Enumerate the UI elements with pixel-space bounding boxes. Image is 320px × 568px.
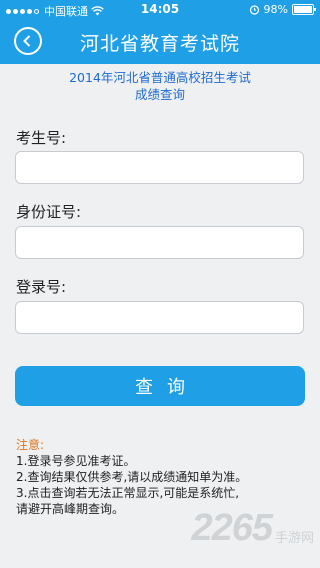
page-subtitle: 2014年河北省普通高校招生考试 成绩查询 — [0, 69, 320, 103]
header-title: 河北省教育考试院 — [79, 33, 240, 55]
query-button[interactable]: 查询 — [15, 366, 305, 406]
subtitle-line-2: 成绩查询 — [134, 87, 185, 102]
battery-icon — [292, 4, 316, 15]
note-line: 1.登录号参见准考证。 — [16, 454, 136, 468]
app-header: 河北省教育考试院 — [0, 20, 320, 64]
notes-section: 注意: 1.登录号参见准考证。 2.查询结果仅供参考,请以成绩通知单为准。 3.… — [16, 437, 247, 517]
login-number-label: 登录号: — [16, 278, 67, 296]
watermark-suffix: 手游网 — [274, 531, 314, 546]
exam-number-input[interactable] — [15, 151, 304, 184]
note-line: 2.查询结果仅供参考,请以成绩通知单为准。 — [16, 470, 248, 484]
status-bar: 中国联通 14:05 98% — [0, 0, 320, 20]
id-number-input[interactable] — [15, 226, 304, 259]
battery-percent: 98% — [263, 3, 288, 16]
exam-number-label: 考生号: — [16, 129, 67, 147]
login-number-input[interactable] — [15, 301, 304, 334]
note-line: 3.点击查询若无法正常显示,可能是系统忙, — [16, 486, 240, 500]
watermark-number: 2265 — [191, 507, 273, 549]
notes-title: 注意: — [16, 438, 45, 452]
status-right: 98% — [249, 3, 316, 16]
watermark-logo: 2265 手游网 — [191, 507, 314, 550]
subtitle-line-1: 2014年河北省普通高校招生考试 — [69, 70, 251, 85]
id-number-label: 身份证号: — [16, 203, 82, 221]
alarm-icon — [249, 5, 259, 15]
